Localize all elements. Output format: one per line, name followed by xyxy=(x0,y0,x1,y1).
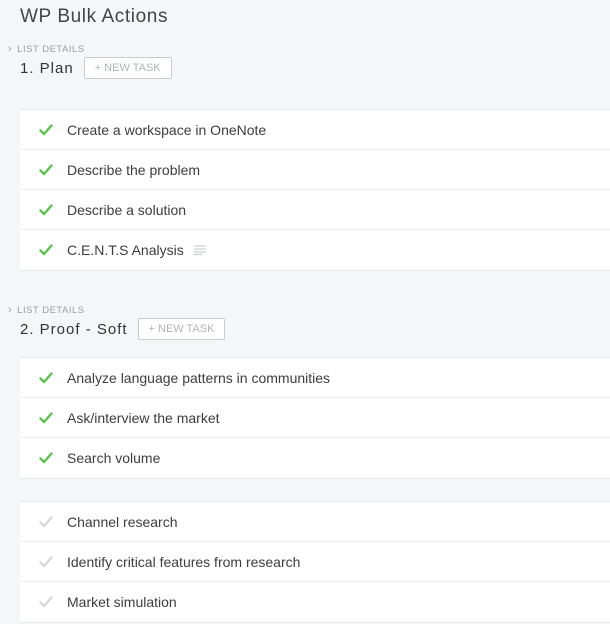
task-row[interactable]: Analyze language patterns in communities xyxy=(20,358,610,398)
list-name: 1. Plan xyxy=(20,59,74,77)
check-icon[interactable] xyxy=(39,452,53,464)
task-name: C.E.N.T.S Analysis xyxy=(67,242,184,258)
list-details-toggle[interactable]: › LIST DETAILS xyxy=(8,43,85,55)
list-header: 2. Proof - Soft + NEW TASK xyxy=(20,318,226,340)
task-row[interactable]: Market simulation xyxy=(20,582,610,622)
check-icon[interactable] xyxy=(39,371,53,384)
task-row[interactable]: Channel research xyxy=(20,502,610,542)
task-group-done: Analyze language patterns in communities… xyxy=(20,357,610,479)
task-group-done: Create a workspace in OneNote Describe t… xyxy=(20,109,610,271)
check-icon[interactable] xyxy=(39,163,53,176)
task-name: Channel research xyxy=(67,513,178,530)
task-name: Search volume xyxy=(67,450,161,466)
task-row[interactable]: Describe the problem xyxy=(20,150,610,190)
task-row[interactable]: Create a workspace in OneNote xyxy=(20,110,610,150)
list-details-label: LIST DETAILS xyxy=(17,43,85,55)
task-row[interactable]: Identify critical features from research xyxy=(20,542,610,582)
task-name: Create a workspace in OneNote xyxy=(67,121,267,138)
check-icon[interactable] xyxy=(39,411,53,424)
task-name: Ask/interview the market xyxy=(67,409,220,426)
task-name: Analyze language patterns in communities xyxy=(67,369,331,386)
chevron-right-icon: › xyxy=(8,43,13,55)
task-group-open: Channel research Identify critical featu… xyxy=(20,501,610,623)
check-icon[interactable] xyxy=(39,515,53,528)
check-icon[interactable] xyxy=(39,123,53,136)
description-icon xyxy=(193,245,206,255)
list-header: 1. Plan + NEW TASK xyxy=(20,57,172,79)
list-name: 2. Proof - Soft xyxy=(20,320,128,338)
task-row[interactable]: C.E.N.T.S Analysis xyxy=(20,230,610,270)
task-name: Describe the problem xyxy=(67,161,201,178)
task-row[interactable]: Search volume xyxy=(20,438,610,478)
task-name: Identify critical features from research xyxy=(67,553,301,570)
check-icon[interactable] xyxy=(39,596,53,608)
list-details-label: LIST DETAILS xyxy=(17,304,85,316)
check-icon[interactable] xyxy=(39,244,53,256)
task-name: Describe a solution xyxy=(67,201,187,218)
list-details-toggle[interactable]: › LIST DETAILS xyxy=(8,304,85,316)
task-row[interactable]: Describe a solution xyxy=(20,190,610,230)
chevron-right-icon: › xyxy=(8,304,13,316)
new-task-button[interactable]: + NEW TASK xyxy=(83,57,172,79)
task-row[interactable]: Ask/interview the market xyxy=(20,398,610,438)
page-title: WP Bulk Actions xyxy=(20,6,169,27)
task-name: Market simulation xyxy=(67,594,177,610)
check-icon[interactable] xyxy=(39,555,53,568)
new-task-button[interactable]: + NEW TASK xyxy=(137,318,226,340)
check-icon[interactable] xyxy=(39,203,53,216)
